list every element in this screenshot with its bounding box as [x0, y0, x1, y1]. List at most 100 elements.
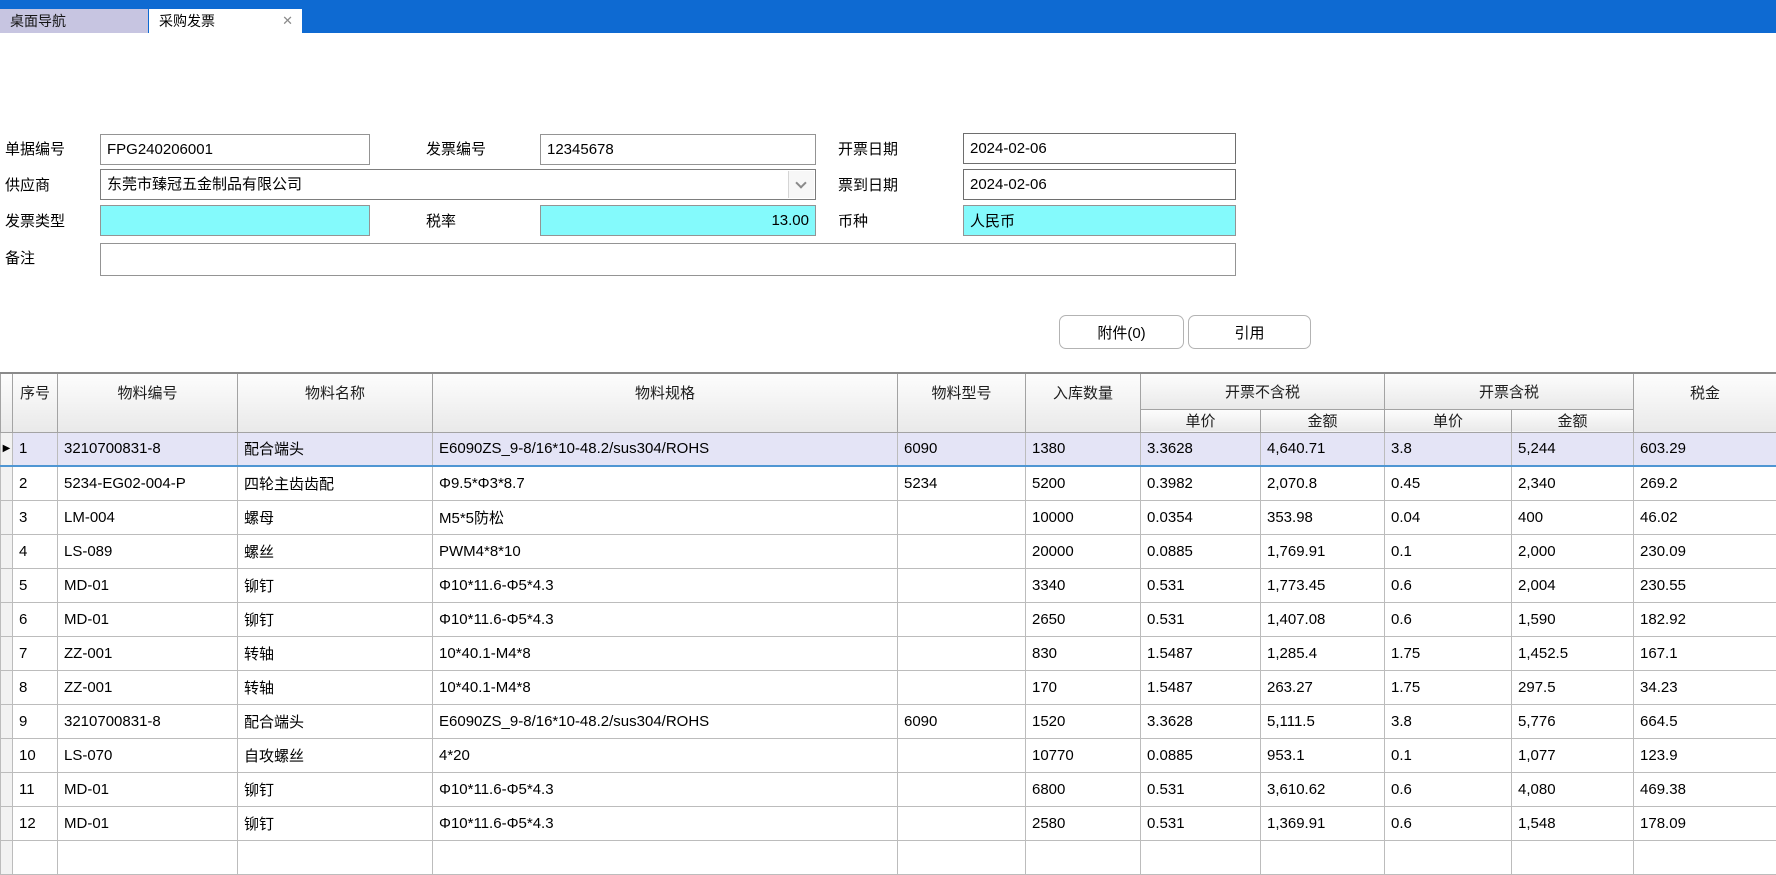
table-cell[interactable]: 0.1: [1385, 534, 1512, 568]
col-spec[interactable]: 物料规格: [433, 373, 898, 432]
table-cell[interactable]: 353.98: [1261, 500, 1385, 534]
table-row[interactable]: 3LM-004螺母M5*5防松100000.0354353.980.044004…: [1, 500, 1776, 534]
table-cell[interactable]: 铆钉: [238, 568, 433, 602]
table-cell[interactable]: 1: [13, 432, 58, 466]
table-cell[interactable]: MD-01: [58, 568, 238, 602]
table-row[interactable]: 6MD-01铆钉Φ10*11.6-Φ5*4.326500.5311,407.08…: [1, 602, 1776, 636]
currency-input[interactable]: [963, 205, 1236, 236]
table-cell[interactable]: 四轮主齿齿配: [238, 466, 433, 500]
arrival-date-input[interactable]: [963, 169, 1236, 200]
row-selector[interactable]: [1, 704, 13, 738]
table-cell[interactable]: 3.8: [1385, 432, 1512, 466]
row-selector[interactable]: [1, 534, 13, 568]
table-cell[interactable]: 6800: [1026, 772, 1141, 806]
row-selector[interactable]: [1, 806, 13, 840]
table-row[interactable]: ▶13210700831-8配合端头E6090ZS_9-8/16*10-48.2…: [1, 432, 1776, 466]
table-cell[interactable]: 0.45: [1385, 466, 1512, 500]
table-row[interactable]: 10LS-070自攻螺丝4*20107700.0885953.10.11,077…: [1, 738, 1776, 772]
table-cell[interactable]: 1,548: [1512, 806, 1634, 840]
table-cell[interactable]: 1,452.5: [1512, 636, 1634, 670]
table-cell[interactable]: E6090ZS_9-8/16*10-48.2/sus304/ROHS: [433, 704, 898, 738]
col-excl-amount[interactable]: 金额: [1261, 409, 1385, 432]
invoice-type-input[interactable]: [100, 205, 370, 236]
table-cell[interactable]: 1,407.08: [1261, 602, 1385, 636]
table-cell[interactable]: 4: [13, 534, 58, 568]
table-cell[interactable]: 10: [13, 738, 58, 772]
table-cell[interactable]: 1520: [1026, 704, 1141, 738]
table-cell[interactable]: 0.1: [1385, 738, 1512, 772]
reference-button[interactable]: 引用: [1188, 315, 1311, 349]
table-cell[interactable]: 1,769.91: [1261, 534, 1385, 568]
table-cell[interactable]: 5234-EG02-004-P: [58, 466, 238, 500]
table-cell[interactable]: 167.1: [1634, 636, 1776, 670]
table-cell[interactable]: 转轴: [238, 670, 433, 704]
table-cell[interactable]: 230.09: [1634, 534, 1776, 568]
table-cell[interactable]: 6090: [898, 704, 1026, 738]
table-cell[interactable]: [13, 840, 58, 874]
table-cell[interactable]: Φ10*11.6-Φ5*4.3: [433, 806, 898, 840]
row-selector[interactable]: [1, 636, 13, 670]
table-row[interactable]: 11MD-01铆钉Φ10*11.6-Φ5*4.368000.5313,610.6…: [1, 772, 1776, 806]
table-cell[interactable]: 7: [13, 636, 58, 670]
table-cell[interactable]: 3.3628: [1141, 432, 1261, 466]
col-model[interactable]: 物料型号: [898, 373, 1026, 432]
table-cell[interactable]: 12: [13, 806, 58, 840]
table-cell[interactable]: LS-089: [58, 534, 238, 568]
table-cell[interactable]: 3340: [1026, 568, 1141, 602]
table-cell[interactable]: [898, 840, 1026, 874]
table-cell[interactable]: 2,000: [1512, 534, 1634, 568]
table-row[interactable]: 8ZZ-001转轴10*40.1-M4*81701.5487263.271.75…: [1, 670, 1776, 704]
table-cell[interactable]: 8: [13, 670, 58, 704]
table-cell[interactable]: 400: [1512, 500, 1634, 534]
table-cell[interactable]: 1,369.91: [1261, 806, 1385, 840]
table-cell[interactable]: 3210700831-8: [58, 704, 238, 738]
table-cell[interactable]: [238, 840, 433, 874]
table-cell[interactable]: 转轴: [238, 636, 433, 670]
table-cell[interactable]: 830: [1026, 636, 1141, 670]
table-cell[interactable]: 10*40.1-M4*8: [433, 636, 898, 670]
table-cell[interactable]: 603.29: [1634, 432, 1776, 466]
table-cell[interactable]: 0.531: [1141, 806, 1261, 840]
table-cell[interactable]: 10*40.1-M4*8: [433, 670, 898, 704]
table-cell[interactable]: 1.75: [1385, 670, 1512, 704]
table-cell[interactable]: 0.0885: [1141, 738, 1261, 772]
table-cell[interactable]: [898, 500, 1026, 534]
table-cell[interactable]: 1.5487: [1141, 636, 1261, 670]
table-cell[interactable]: 263.27: [1261, 670, 1385, 704]
table-cell[interactable]: 0.531: [1141, 568, 1261, 602]
table-cell[interactable]: 4,080: [1512, 772, 1634, 806]
tab-purchase-invoice[interactable]: 采购发票 ✕: [149, 9, 302, 33]
table-row[interactable]: 4LS-089螺丝PWM4*8*10200000.08851,769.910.1…: [1, 534, 1776, 568]
table-cell[interactable]: 4*20: [433, 738, 898, 772]
table-cell[interactable]: 0.0885: [1141, 534, 1261, 568]
remarks-input[interactable]: [100, 243, 1236, 276]
table-cell[interactable]: 46.02: [1634, 500, 1776, 534]
table-cell[interactable]: 5234: [898, 466, 1026, 500]
table-row[interactable]: 93210700831-8配合端头E6090ZS_9-8/16*10-48.2/…: [1, 704, 1776, 738]
table-cell[interactable]: 0.04: [1385, 500, 1512, 534]
table-cell[interactable]: 2: [13, 466, 58, 500]
table-cell[interactable]: 0.6: [1385, 806, 1512, 840]
table-cell[interactable]: 0.6: [1385, 568, 1512, 602]
table-cell[interactable]: 铆钉: [238, 806, 433, 840]
tax-rate-input[interactable]: [540, 205, 816, 236]
table-cell[interactable]: 5: [13, 568, 58, 602]
table-row[interactable]: 25234-EG02-004-P四轮主齿齿配Φ9.5*Φ3*8.75234520…: [1, 466, 1776, 500]
table-cell[interactable]: [898, 636, 1026, 670]
table-cell[interactable]: 34.23: [1634, 670, 1776, 704]
table-cell[interactable]: 2,340: [1512, 466, 1634, 500]
invoice-date-input[interactable]: [963, 133, 1236, 164]
table-row[interactable]: 5MD-01铆钉Φ10*11.6-Φ5*4.333400.5311,773.45…: [1, 568, 1776, 602]
table-cell[interactable]: MD-01: [58, 602, 238, 636]
table-cell[interactable]: 自攻螺丝: [238, 738, 433, 772]
col-code[interactable]: 物料编号: [58, 373, 238, 432]
table-cell[interactable]: 9: [13, 704, 58, 738]
table-cell[interactable]: MD-01: [58, 806, 238, 840]
table-cell[interactable]: Φ10*11.6-Φ5*4.3: [433, 772, 898, 806]
col-tax[interactable]: 税金: [1634, 373, 1776, 432]
table-cell[interactable]: 1,590: [1512, 602, 1634, 636]
table-cell[interactable]: ZZ-001: [58, 670, 238, 704]
table-cell[interactable]: [433, 840, 898, 874]
table-cell[interactable]: 5200: [1026, 466, 1141, 500]
table-cell[interactable]: MD-01: [58, 772, 238, 806]
